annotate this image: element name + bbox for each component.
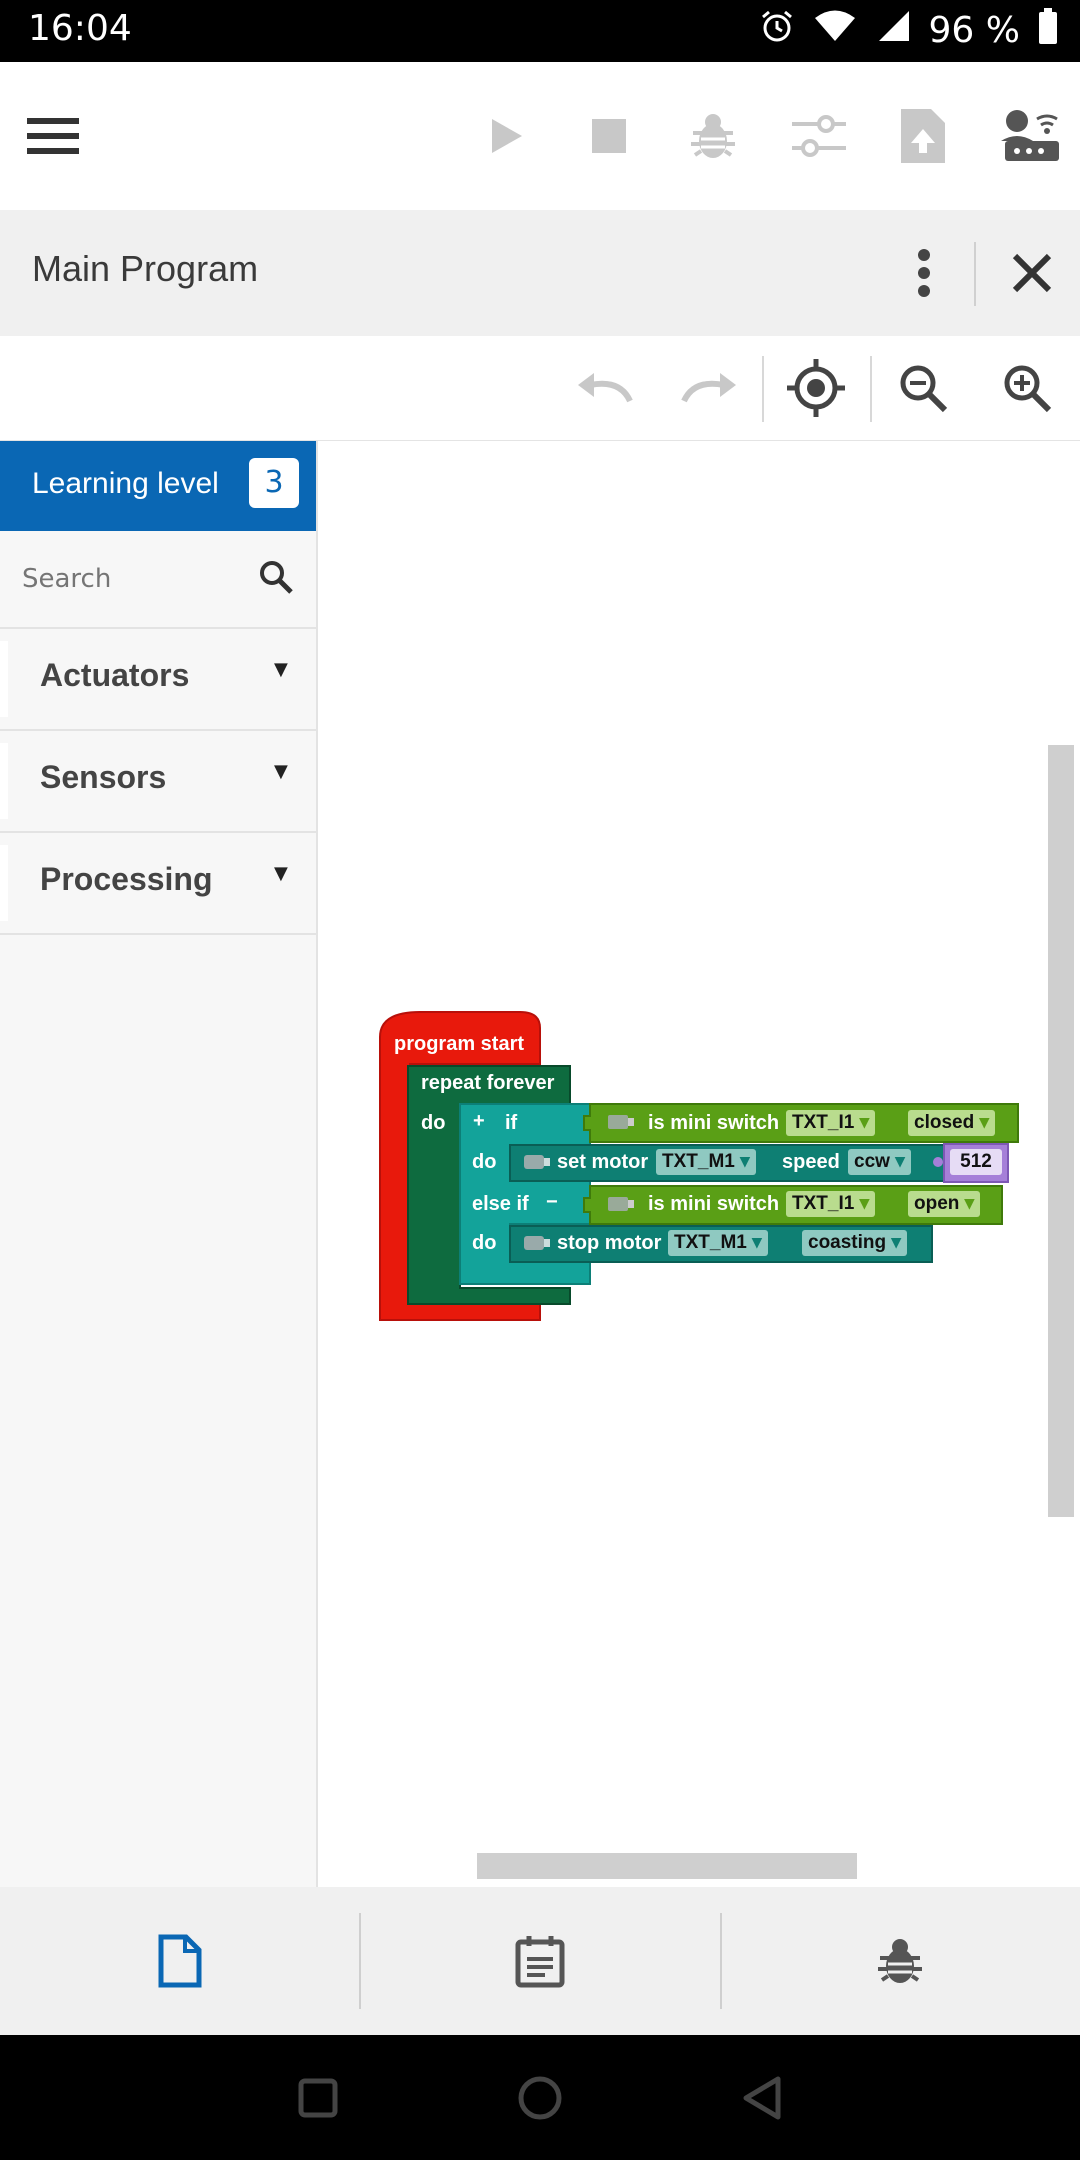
back-triangle-icon	[743, 2076, 781, 2119]
switch1-port-dropdown[interactable]: TXT_I1 ▾	[786, 1110, 876, 1136]
connector-dot	[933, 1157, 943, 1167]
document-icon	[158, 1934, 202, 1988]
remove-branch-button[interactable]: −	[546, 1191, 558, 1214]
switch2-port-dropdown[interactable]: TXT_I1 ▾	[786, 1191, 876, 1217]
switch2-port-value: TXT_I1	[792, 1193, 855, 1214]
dropdown-arrow-icon: ▾	[891, 1232, 901, 1253]
dropdown-arrow-icon: ▾	[740, 1151, 750, 1172]
system-navigation-bar	[0, 2035, 1080, 2160]
stop-motor-port-dropdown[interactable]: TXT_M1 ▾	[668, 1230, 768, 1256]
dropdown-arrow-icon: ▾	[859, 1112, 870, 1133]
bottom-navigation	[0, 1887, 1080, 2035]
stop-mode-dropdown[interactable]: coasting ▾	[802, 1230, 907, 1256]
motor-port-value: TXT_M1	[662, 1151, 735, 1172]
dropdown-arrow-icon: ▾	[964, 1193, 975, 1214]
switch2-state-value: open	[914, 1193, 960, 1214]
motor-port-dropdown[interactable]: TXT_M1 ▾	[656, 1149, 756, 1175]
mini-switch-label: is mini switch	[648, 1112, 780, 1134]
dropdown-arrow-icon: ▾	[859, 1193, 870, 1214]
tab-program[interactable]	[0, 1887, 360, 2035]
speed-value-field[interactable]: 512	[950, 1149, 1002, 1175]
repeat-forever-label: repeat forever	[421, 1072, 555, 1094]
switch1-state-value: closed	[914, 1112, 975, 1133]
stop-mode-value: coasting	[808, 1232, 887, 1253]
dropdown-arrow-icon: ▾	[979, 1112, 990, 1133]
speed-label: speed	[782, 1151, 840, 1173]
switch2-state-dropdown[interactable]: open ▾	[908, 1191, 981, 1217]
mini-switch-label-2: is mini switch	[648, 1193, 780, 1215]
switch1-state-dropdown[interactable]: closed ▾	[908, 1110, 996, 1136]
direction-value: ccw	[854, 1151, 890, 1172]
if-do-label: do	[472, 1151, 497, 1173]
else-if-label: else if	[472, 1193, 529, 1215]
switch1-port-value: TXT_I1	[792, 1112, 855, 1133]
add-branch-button[interactable]: +	[473, 1110, 485, 1133]
back-button[interactable]	[702, 2035, 822, 2160]
repeat-do-label: do	[421, 1112, 446, 1134]
program-start-label: program start	[394, 1033, 525, 1055]
calendar-list-icon	[515, 1936, 565, 1988]
dropdown-arrow-icon: ▾	[895, 1151, 905, 1172]
stop-motor-port-value: TXT_M1	[674, 1232, 747, 1253]
set-motor-label: set motor	[557, 1151, 649, 1173]
recents-button[interactable]	[258, 2035, 378, 2160]
tab-debug[interactable]	[720, 1887, 1080, 2035]
bug-icon	[878, 1939, 922, 1983]
tab-log[interactable]	[360, 1887, 720, 2035]
dropdown-arrow-icon: ▾	[752, 1232, 762, 1253]
else-if-do-label: do	[472, 1232, 497, 1254]
home-button[interactable]	[480, 2035, 600, 2160]
square-icon	[298, 2078, 338, 2117]
circle-icon	[518, 2076, 562, 2119]
stop-motor-label: stop motor	[557, 1232, 662, 1254]
if-label: if	[505, 1112, 518, 1134]
direction-dropdown[interactable]: ccw ▾	[848, 1149, 911, 1175]
